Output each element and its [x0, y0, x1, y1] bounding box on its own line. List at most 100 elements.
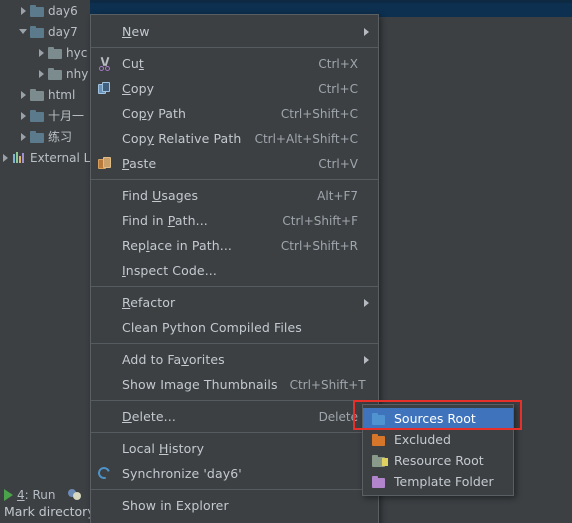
menu-item-shortcut: Ctrl+Shift+F — [282, 213, 358, 228]
project-tree[interactable]: day6 day7 hyc nhy html 十月一练习 External Li — [0, 0, 90, 523]
menu-item-label: Synchronize 'day6' — [122, 466, 242, 481]
run-shortcut-number: 4 — [17, 487, 25, 502]
tree-item-html[interactable]: html — [0, 84, 90, 105]
tree-item-label: nhy — [66, 66, 89, 81]
folder-icon — [30, 4, 44, 17]
submenu-item-label: Excluded — [394, 432, 451, 447]
menu-item-shortcut: Delete — [318, 409, 358, 424]
mark-directory-as-submenu[interactable]: Sources Root Excluded Resource Root Templat… — [362, 404, 514, 496]
tree-item-label: 练习 — [48, 130, 73, 144]
menu-item-refactor[interactable]: Refactor — [91, 290, 378, 315]
tree-item-day6[interactable]: day6 — [0, 0, 90, 21]
folder-icon — [30, 109, 44, 122]
menu-item-icon-slot — [96, 441, 118, 457]
folder-icon — [30, 88, 44, 101]
template-folder-icon — [370, 475, 390, 489]
menu-item-label: Paste — [122, 156, 157, 171]
menu-item-local-history[interactable]: Local History — [91, 436, 378, 461]
menu-separator — [91, 343, 378, 344]
chevron-right-icon[interactable] — [18, 131, 29, 142]
submenu-item-label: Sources Root — [394, 411, 476, 426]
menu-item-shortcut: Ctrl+C — [318, 81, 358, 96]
menu-item-label: Copy Path — [122, 106, 187, 121]
excluded-folder-icon — [370, 433, 390, 447]
chevron-down-icon[interactable] — [18, 26, 29, 37]
menu-item-copy-relative-path[interactable]: Copy Relative Path Ctrl+Alt+Shift+C — [91, 126, 378, 151]
submenu-item-template-folder[interactable]: Template Folder — [363, 471, 513, 492]
menu-item-delete[interactable]: Delete... Delete — [91, 404, 378, 429]
submenu-item-sources-root[interactable]: Sources Root — [363, 408, 513, 429]
menu-separator — [91, 47, 378, 48]
menu-item-inspect-code[interactable]: Inspect Code... — [91, 258, 378, 283]
external-libraries-icon — [12, 151, 26, 164]
tree-item-label: 十月一 — [48, 109, 85, 123]
menu-item-icon-slot — [96, 409, 118, 425]
chevron-right-icon[interactable] — [36, 47, 47, 58]
menu-item-copy[interactable]: Copy Ctrl+C — [91, 76, 378, 101]
folder-icon — [48, 67, 62, 80]
menu-item-label: Replace in Path... — [122, 238, 232, 253]
chevron-right-icon[interactable] — [36, 68, 47, 79]
menu-item-shortcut: Ctrl+Shift+T — [289, 377, 366, 392]
chevron-right-icon[interactable] — [18, 5, 29, 16]
menu-item-copy-path[interactable]: Copy Path Ctrl+Shift+C — [91, 101, 378, 126]
submenu-arrow-icon — [358, 26, 370, 38]
menu-item-icon-slot — [96, 320, 118, 336]
menu-item-new[interactable]: New — [91, 19, 378, 44]
sources-root-folder-icon — [370, 412, 390, 426]
menu-item-replace-in-path[interactable]: Replace in Path... Ctrl+Shift+R — [91, 233, 378, 258]
tree-item-十月一[interactable]: 十月一 — [0, 105, 90, 126]
submenu-item-excluded[interactable]: Excluded — [363, 429, 513, 450]
menu-item-directory-path[interactable]: Directory PathCtrl+Alt+F12 — [91, 518, 378, 523]
tree-item-hyc[interactable]: hyc — [0, 42, 90, 63]
application-window: day6 day7 hyc nhy html 十月一练习 External Li New Cu… — [0, 0, 572, 523]
menu-item-label: Copy Relative Path — [122, 131, 242, 146]
tree-item-day7[interactable]: day7 — [0, 21, 90, 42]
menu-item-find-usages[interactable]: Find Usages Alt+F7 — [91, 183, 378, 208]
chevron-right-icon[interactable] — [18, 110, 29, 121]
menu-item-icon-slot — [96, 295, 118, 311]
status-bar-tools: 4: Run — [4, 486, 86, 503]
menu-item-show-image-thumbnails[interactable]: Show Image Thumbnails Ctrl+Shift+T — [91, 372, 378, 397]
submenu-arrow-icon — [358, 297, 370, 309]
menu-item-label: Show in Explorer — [122, 498, 229, 513]
menu-item-label: Show Image Thumbnails — [122, 377, 278, 392]
menu-separator — [91, 489, 378, 490]
resource-root-folder-icon — [370, 454, 390, 468]
context-menu[interactable]: New Cut Ctrl+X Copy Ctrl+C Copy Path Ctrl+Shif… — [90, 14, 379, 523]
menu-item-paste[interactable]: Paste Ctrl+V — [91, 151, 378, 176]
menu-item-shortcut: Ctrl+Alt+Shift+C — [254, 131, 358, 146]
menu-item-label: Clean Python Compiled Files — [122, 320, 302, 335]
menu-item-icon-slot — [96, 238, 118, 254]
menu-separator — [91, 286, 378, 287]
menu-item-label: Delete... — [122, 409, 176, 424]
menu-separator — [91, 400, 378, 401]
menu-item-synchronize-day6[interactable]: Synchronize 'day6' — [91, 461, 378, 486]
tree-item-External Li[interactable]: External Li — [0, 147, 90, 168]
submenu-arrow-icon — [358, 354, 370, 366]
chevron-right-icon[interactable] — [18, 89, 29, 100]
menu-item-icon-slot — [96, 377, 118, 393]
menu-item-icon-slot — [96, 24, 118, 40]
menu-item-icon-slot — [96, 498, 118, 514]
menu-item-shortcut: Ctrl+Shift+C — [280, 106, 358, 121]
run-tool-window-button[interactable]: 4: Run — [17, 488, 56, 502]
cut-icon — [96, 56, 118, 72]
menu-item-add-to-favorites[interactable]: Add to Favorites — [91, 347, 378, 372]
copy-icon — [96, 81, 118, 97]
menu-item-shortcut: Ctrl+Shift+R — [280, 238, 358, 253]
paste-icon — [96, 156, 118, 172]
menu-item-icon-slot — [96, 213, 118, 229]
menu-item-find-in-path[interactable]: Find in Path... Ctrl+Shift+F — [91, 208, 378, 233]
run-icon[interactable] — [4, 488, 13, 501]
chevron-right-icon[interactable] — [0, 152, 11, 163]
submenu-item-resource-root[interactable]: Resource Root — [363, 450, 513, 471]
menu-item-clean-python-compiled-files[interactable]: Clean Python Compiled Files — [91, 315, 378, 340]
menu-item-show-in-explorer[interactable]: Show in Explorer — [91, 493, 378, 518]
tree-item-nhy[interactable]: nhy — [0, 63, 90, 84]
menu-item-cut[interactable]: Cut Ctrl+X — [91, 51, 378, 76]
menu-item-label: Local History — [122, 441, 205, 456]
tree-item-练习[interactable]: 练习 — [0, 126, 90, 147]
python-console-icon[interactable] — [67, 488, 83, 501]
menu-item-label: New — [122, 24, 150, 39]
